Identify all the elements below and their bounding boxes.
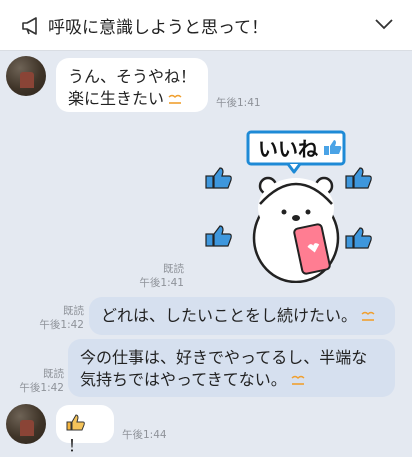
- message-time: 午後1:44: [122, 429, 167, 441]
- avatar[interactable]: [6, 56, 46, 96]
- emoji-icon: [361, 306, 375, 321]
- message-line: うん、そうやね！: [68, 67, 197, 86]
- message-bubble-outgoing[interactable]: 今の仕事は、好きでやってるし、半端な 気持ちではやってきてない。: [68, 339, 395, 397]
- thumbs-up-emoji-icon: [66, 414, 85, 431]
- message-time: 午後1:41: [216, 97, 261, 109]
- sticker-text: いいね: [258, 137, 318, 161]
- message-line: 楽に生きたい: [68, 89, 165, 108]
- message-line: 気持ちではやってきてない。: [80, 370, 287, 389]
- emoji-icon: [291, 370, 305, 385]
- message-line: 今の仕事は、好きでやってるし、半端な: [80, 348, 368, 367]
- megaphone-icon[interactable]: [20, 15, 42, 37]
- message-bubble-incoming[interactable]: うん、そうやね！ 楽に生きたい: [56, 58, 208, 112]
- read-receipt: 既読 午後1:42: [19, 368, 64, 394]
- message-bubble-outgoing[interactable]: どれは、したいことをし続けたい。: [89, 297, 395, 335]
- chevron-down-icon[interactable]: [374, 16, 394, 32]
- read-receipt: 既読 午後1:41: [139, 263, 184, 289]
- iine-sticker[interactable]: いいね: [196, 128, 392, 283]
- message-line: どれは、したいことをし続けたい。: [101, 306, 358, 325]
- chat-header: 呼吸に意識しようと思って！: [0, 0, 412, 51]
- message-line: ！: [68, 436, 85, 455]
- announcement-title[interactable]: 呼吸に意識しようと思って！: [48, 13, 268, 38]
- read-receipt: 既読 午後1:42: [39, 305, 84, 331]
- emoji-icon: [168, 89, 182, 104]
- avatar[interactable]: [6, 404, 46, 444]
